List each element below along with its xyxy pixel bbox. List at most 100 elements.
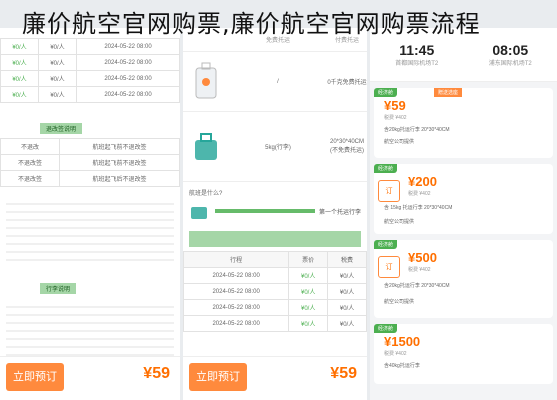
table-header-cell: 票价 [288,251,329,268]
table-cell: ¥0/人 [0,70,40,87]
table-cell: 2024-05-22 08:00 [183,299,290,316]
fare-table: 行程 票价 税费 2024-05-22 08:00 ¥0/人 ¥0/人 2024… [183,251,367,332]
booking-footer: 立即预订 ¥59 [183,356,367,400]
table-cell: ¥0/人 [288,283,329,300]
depart-airport: 首都国际机场T2 [395,61,439,67]
fare-table: ¥0/人 ¥0/人 2024-05-22 08:00 ¥0/人 ¥0/人 202… [0,38,180,103]
fare-tax: 税费 ¥402 [384,115,407,121]
table-row: ¥0/人 ¥0/人 2024-05-22 08:00 [0,38,180,55]
table-cell: ¥0/人 [288,315,329,332]
fare-luggage-line: 含20kg托运行李 20*30*40CM [384,127,450,133]
table-row: ¥0/人 ¥0/人 2024-05-22 08:00 [0,70,180,87]
table-header-cell: 税费 [327,251,367,268]
table-cell: ¥0/人 [0,54,40,71]
table-cell: 2024-05-22 08:00 [183,315,290,332]
table-row: 不退改 航班起飞前不退改签 [0,138,180,155]
table-cell: ¥0/人 [288,267,329,284]
table-cell: 2024-05-22 08:00 [76,54,180,71]
bag-icon [191,207,207,219]
table-row: ¥0/人 ¥0/人 2024-05-22 08:00 [0,86,180,103]
fare-tax: 税费 ¥402 [408,191,431,197]
table-row: 2024-05-22 08:00 ¥0/人 ¥0/人 [183,267,367,284]
table-cell: ¥0/人 [327,267,367,284]
fare-price: ¥59 [384,98,406,113]
section-title-luggage: 行李说明 [40,283,77,294]
fare-provider-line: 航空公司提供 [384,299,415,305]
footer-price: ¥59 [330,365,357,382]
table-cell: ¥0/人 [288,299,329,316]
table-cell: 不退改 [0,138,60,155]
luggage-hint: 航班是什么? [189,191,223,197]
suitcase-icon [195,62,217,98]
table-cell: ¥0/人 [0,86,40,103]
bag-icon [195,132,217,160]
table-cell: 2024-05-22 08:00 [76,86,180,103]
middle-screenshot-panel: 免费托运 付费托运 / 0千克免费托运 5kg(行李) 20*30*40CM (… [183,28,367,400]
fare-card[interactable]: 经济舱 赠送选座 ¥59 税费 ¥402 含20kg托运行李 20*30*40C… [374,88,553,158]
fare-price: ¥500 [408,250,437,265]
table-cell: 航班起飞前不退改签 [58,154,180,171]
fare-price: ¥1500 [384,334,421,349]
booking-footer: 立即预订 ¥59 [0,356,180,400]
table-cell: ¥0/人 [38,70,78,87]
section-bar [189,231,361,247]
table-cell: ¥0/人 [0,38,40,55]
table-cell: 2024-05-22 08:00 [76,70,180,87]
luggage-bar: 第一个托运行李 [183,199,367,223]
fare-card[interactable]: 经济舱 ¥1500 税费 ¥402 含40kg托运行李 [374,324,553,384]
table-row: 2024-05-22 08:00 ¥0/人 ¥0/人 [183,315,367,332]
fare-card[interactable]: 经济舱 订 ¥500 税费 ¥402 含20kg托运行李 20*30*40CM … [374,240,553,318]
fare-card[interactable]: 经济舱 订 ¥200 税费 ¥402 含 15kg 托运行李 20*30*40C… [374,164,553,234]
right-screenshot-panel: 11:45 首都国际机场T2 08:05 浦东国际机场T2 经济舱 赠送选座 ¥… [370,28,557,400]
table-cell: 不退改签 [0,154,60,171]
blurred-text-block [6,197,174,267]
table-cell: ¥0/人 [327,283,367,300]
table-cell: 航班起飞前不退改签 [58,138,180,155]
table-cell: 2024-05-22 08:00 [183,283,290,300]
table-cell: 航班起飞后不退改签 [58,170,180,187]
fare-tax: 税费 ¥402 [384,351,407,357]
table-cell: 2024-05-22 08:00 [183,267,290,284]
book-now-button[interactable]: 立即预订 [189,363,247,391]
fare-price: ¥200 [408,174,437,189]
table-cell: ¥0/人 [327,299,367,316]
table-row: 不退改签 航班起飞前不退改签 [0,154,180,171]
table-row: 不退改签 航班起飞后不退改签 [0,170,180,187]
book-chip-button[interactable]: 订 [378,180,400,202]
arrive-airport: 浦东国际机场T2 [488,61,532,67]
arrive-time: 08:05 [492,42,529,58]
left-screenshot-panel: ¥0/人 ¥0/人 2024-05-22 08:00 ¥0/人 ¥0/人 202… [0,28,180,400]
arrive-block: 08:05 浦东国际机场T2 [489,42,532,67]
depart-time: 11:45 [399,42,435,58]
fare-provider-line: 航空公司提供 [384,139,415,145]
luggage-bar-label: 第一个托运行李 [318,209,361,216]
depart-block: 11:45 首都国际机场T2 [395,42,438,67]
luggage-row: / 0千克免费托运 [183,52,367,112]
table-header-cell: 行程 [183,251,290,268]
table-cell: ¥0/人 [38,54,78,71]
fare-luggage-line: 含 15kg 托运行李 20*30*40CM [384,205,453,211]
fare-tax: 税费 ¥402 [408,267,431,273]
table-cell: 2024-05-22 08:00 [76,38,180,55]
table-row: 2024-05-22 08:00 ¥0/人 ¥0/人 [183,299,367,316]
book-now-button[interactable]: 立即预订 [6,363,64,391]
luggage-free: / [277,78,279,85]
luggage-free: 5kg(行李) [265,145,291,151]
luggage-row: 5kg(行李) 20*30*40CM (不免费托运) [183,112,367,182]
policy-table: 不退改 航班起飞前不退改签 不退改签 航班起飞前不退改签 不退改签 航班起飞后不… [0,138,180,187]
fare-luggage-line: 含20kg托运行李 20*30*40CM [384,283,450,289]
table-cell: ¥0/人 [327,315,367,332]
cabin-tag: 经济舱 [374,324,398,333]
luggage-paid: 20*30*40CM (不免费托运) [329,139,365,154]
cabin-tag: 经济舱 [374,240,398,249]
fare-provider-line: 航空公司提供 [384,219,415,225]
fare-luggage-line: 含40kg托运行李 [384,363,420,369]
footer-price: ¥59 [143,365,170,382]
table-cell: ¥0/人 [38,86,78,103]
table-cell: ¥0/人 [38,38,78,55]
table-row: ¥0/人 ¥0/人 2024-05-22 08:00 [0,54,180,71]
book-chip-button[interactable]: 订 [378,256,400,278]
cabin-tag: 经济舱 [374,88,398,97]
table-cell: 不退改签 [0,170,60,187]
page-headline: 廉价航空官网购票,廉价航空官网购票流程 [22,10,481,38]
